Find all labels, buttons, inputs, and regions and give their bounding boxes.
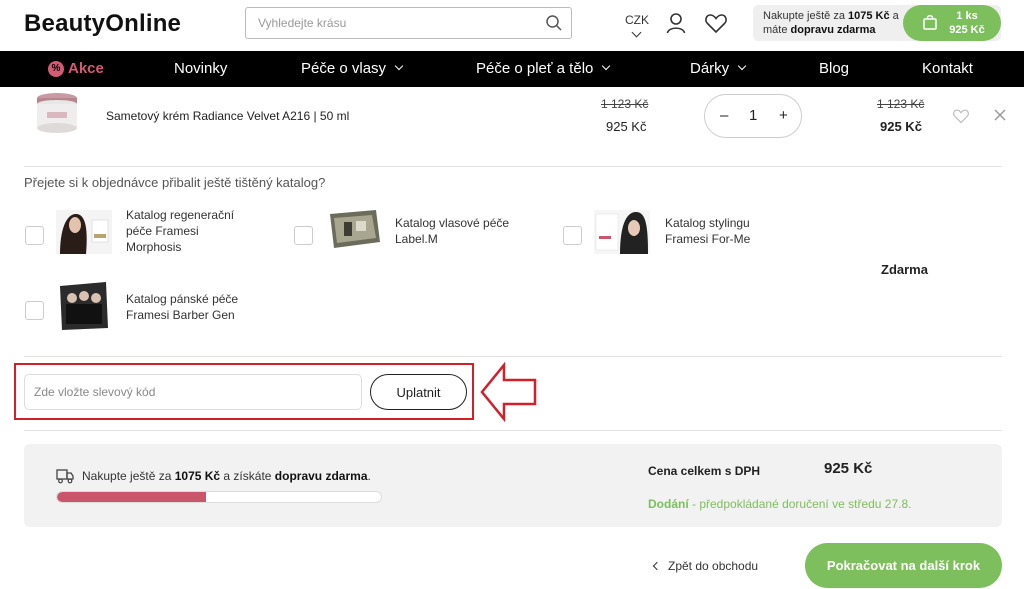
user-icon[interactable]	[666, 12, 686, 34]
total-price: 925 Kč	[880, 119, 922, 134]
search-box[interactable]	[245, 7, 572, 39]
main-nav: % Akce Novinky Péče o vlasy Péče o pleť a…	[0, 51, 1024, 87]
truck-icon	[56, 469, 74, 484]
heart-icon[interactable]	[704, 12, 728, 34]
catalog-label-forme[interactable]: Katalog stylingu Framesi For-Me	[665, 215, 795, 247]
cart-button[interactable]: 1 ks 925 Kč	[903, 5, 1001, 41]
shopping-bag-icon	[923, 15, 937, 30]
product-thumbnail[interactable]	[34, 90, 80, 136]
arrow-left-icon	[480, 362, 537, 422]
apply-coupon-button[interactable]: Uplatnit	[370, 374, 467, 410]
search-input[interactable]	[246, 8, 526, 38]
catalog-checkbox-labelm[interactable]	[294, 226, 313, 245]
nav-item-kontakt[interactable]: Kontakt	[922, 51, 973, 87]
logo[interactable]: BeautyOnline	[24, 10, 181, 38]
decrease-button[interactable]: –	[720, 107, 728, 124]
product-name[interactable]: Sametový krém Radiance Velvet A216 | 50 …	[106, 109, 349, 123]
currency-label: CZK	[625, 13, 649, 27]
chevron-down-icon	[602, 61, 611, 71]
nav-item-novinky[interactable]: Novinky	[174, 51, 227, 87]
coupon-code-input[interactable]	[24, 374, 362, 410]
remove-item-icon[interactable]	[994, 109, 1006, 121]
divider	[24, 430, 1002, 431]
search-icon[interactable]	[545, 14, 563, 32]
catalog-image-barbergen[interactable]	[58, 280, 110, 332]
nav-item-pece-o-plet-a-telo[interactable]: Péče o pleť a tělo	[476, 51, 611, 87]
quantity-stepper: – 1 +	[704, 94, 802, 138]
catalog-image-labelm[interactable]	[326, 208, 382, 252]
wishlist-heart-icon[interactable]	[952, 108, 970, 124]
total-old-price: 1 123 Kč	[877, 97, 925, 111]
continue-button[interactable]: Pokračovat na další krok	[805, 543, 1002, 588]
catalog-checkbox-barbergen[interactable]	[25, 301, 44, 320]
catalog-price-free: Zdarma	[881, 262, 928, 277]
catalog-image-morphosis[interactable]	[56, 210, 112, 254]
cart-count: 1 ks	[956, 10, 978, 22]
percent-icon: %	[48, 61, 64, 77]
chevron-down-icon	[631, 27, 641, 38]
total-label: Cena celkem s DPH	[648, 464, 761, 478]
unit-old-price: 1 123 Kč	[601, 97, 649, 111]
delivery-estimate: Dodání - předpokládané doručení ve střed…	[648, 497, 912, 511]
chevron-left-icon	[652, 561, 662, 571]
nav-item-darky[interactable]: Dárky	[690, 51, 747, 87]
quantity-value[interactable]: 1	[749, 107, 757, 124]
chevron-down-icon	[737, 61, 747, 71]
catalog-image-forme[interactable]	[594, 210, 650, 254]
cart-summary: 1 ks 925 Kč	[945, 9, 989, 37]
catalog-checkbox-morphosis[interactable]	[25, 226, 44, 245]
cart-total: 925 Kč	[949, 24, 985, 36]
nav-item-akce[interactable]: % Akce	[48, 51, 104, 87]
increase-button[interactable]: +	[779, 107, 788, 124]
order-summary: Nakupte ještě za 1075 Kč a získáte dopra…	[24, 444, 1002, 527]
divider	[24, 166, 1002, 167]
catalog-label-morphosis[interactable]: Katalog regenerační péče Framesi Morphos…	[126, 207, 256, 255]
unit-price: 925 Kč	[606, 119, 647, 134]
free-shipping-banner: Nakupte ještě za 1075 Kč a máte dopravu …	[753, 5, 1001, 41]
chevron-down-icon	[394, 61, 404, 71]
nav-item-blog[interactable]: Blog	[819, 51, 849, 87]
total-value: 925 Kč	[824, 460, 873, 477]
catalog-checkbox-forme[interactable]	[563, 226, 582, 245]
nav-item-pece-o-vlasy[interactable]: Péče o vlasy	[301, 51, 404, 87]
catalog-question: Přejete si k objednávce přibalit ještě t…	[24, 175, 326, 190]
free-shipping-text: Nakupte ještě za 1075 Kč a máte dopravu …	[763, 10, 899, 36]
free-shipping-progress-bar	[56, 491, 382, 503]
free-shipping-message: Nakupte ještě za 1075 Kč a získáte dopra…	[82, 469, 371, 483]
progress-fill	[57, 492, 207, 502]
catalog-label-barbergen[interactable]: Katalog pánské péče Framesi Barber Gen	[126, 291, 256, 323]
divider	[24, 356, 1002, 357]
back-to-shop-link[interactable]: Zpět do obchodu	[652, 559, 758, 573]
header: BeautyOnline CZK Nakupte ještě za 1075 K…	[0, 0, 1024, 50]
catalog-label-labelm[interactable]: Katalog vlasové péče Label.M	[395, 215, 525, 247]
currency-selector[interactable]: CZK	[625, 13, 649, 38]
